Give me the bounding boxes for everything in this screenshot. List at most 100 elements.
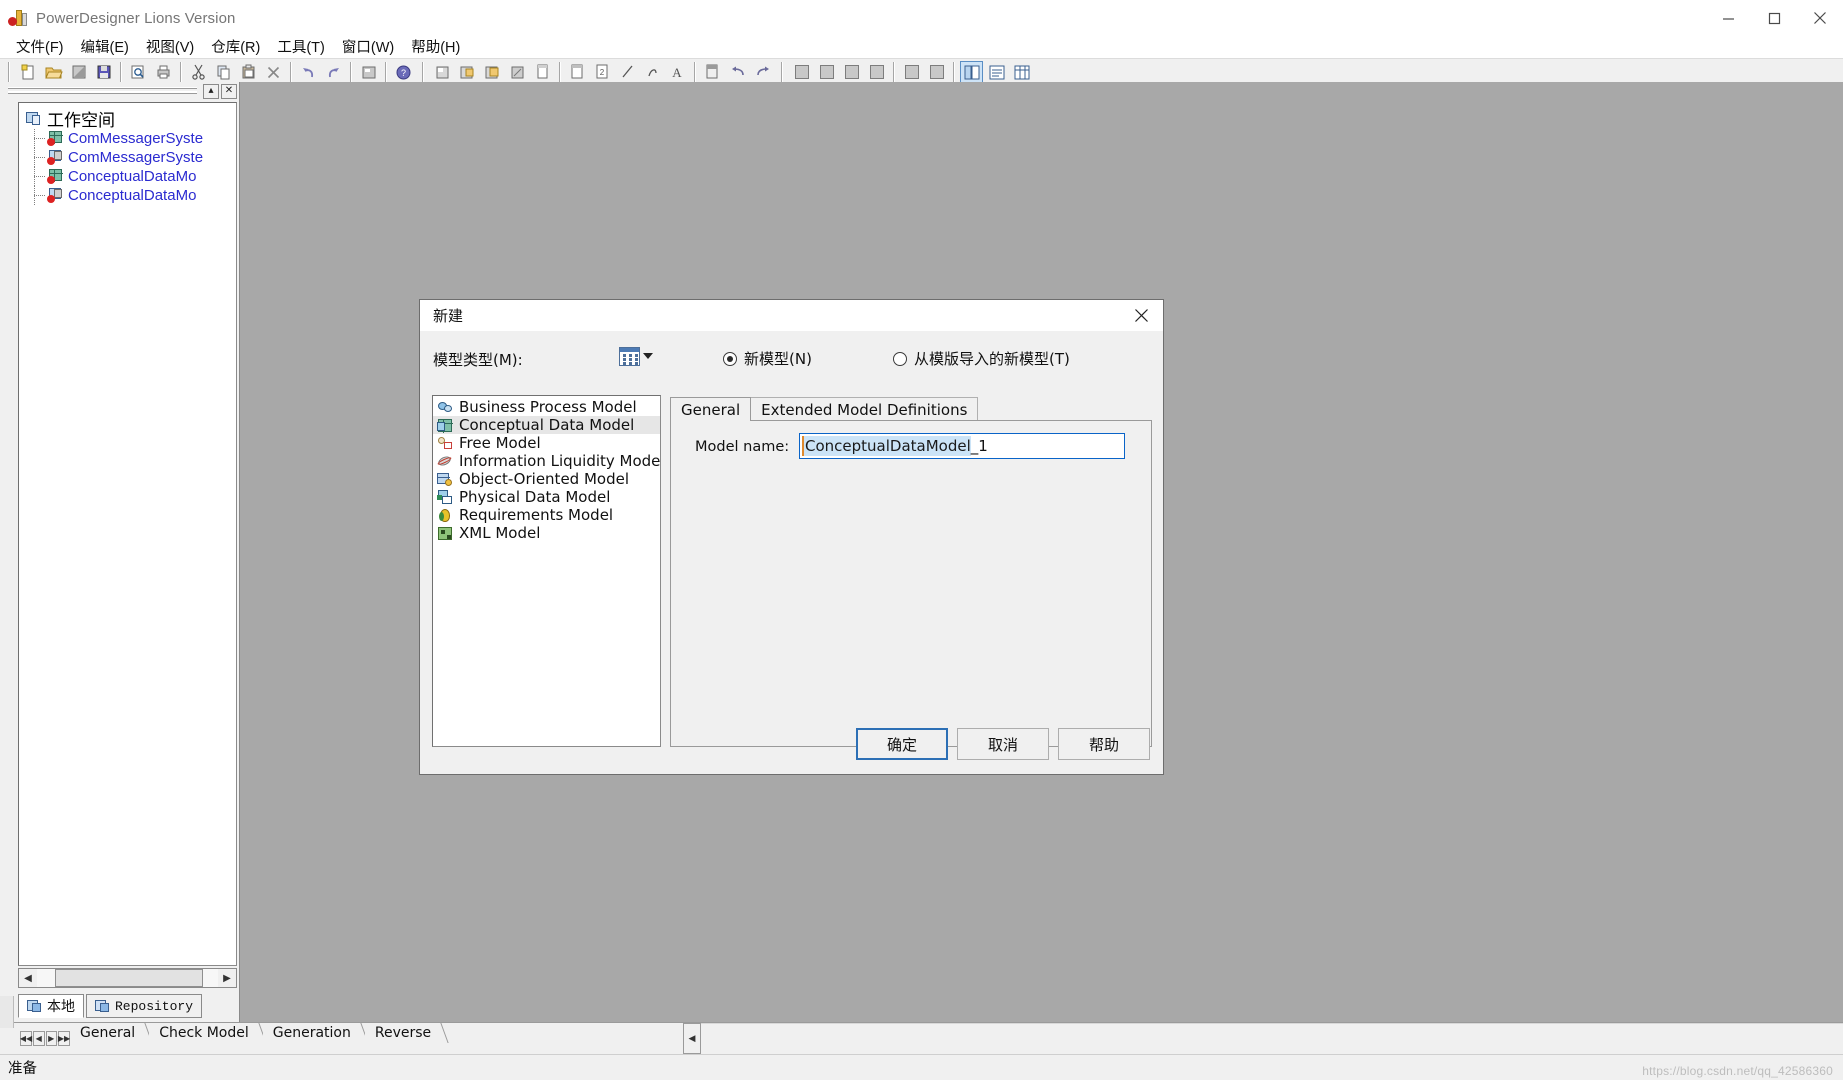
model-type-label: Free Model [459,434,541,452]
tab-nav-last[interactable]: ▶▶ [58,1031,70,1046]
open-icon[interactable] [42,61,65,83]
menu-window[interactable]: 窗口(W) [334,34,403,59]
model-type-list[interactable]: Business Process Model Conceptual Data M… [432,395,661,747]
tab-extended-model-definitions[interactable]: Extended Model Definitions [750,397,979,421]
model-name-input[interactable]: ConceptualDataModel _1 [799,433,1125,459]
model-type-item-physical-data-model[interactable]: Physical Data Model [433,488,660,506]
zoom3-icon[interactable] [840,61,863,83]
model-type-item-information-liquidity-model[interactable]: Information Liquidity Model [433,452,660,470]
help-button[interactable]: 帮助 [1058,728,1150,760]
model-type-item-requirements-model[interactable]: Requirements Model [433,506,660,524]
browser-icon[interactable] [960,61,983,83]
dialog-right-pane: General Extended Model Definitions Model… [670,395,1152,747]
arrow-left-icon[interactable] [726,61,749,83]
cancel-button[interactable]: 取消 [957,728,1049,760]
panel-gripper[interactable] [8,86,197,96]
minimize-icon[interactable] [1705,0,1751,36]
tree-item-3[interactable]: ConceptualDataMo [25,186,236,205]
output-scroll-track[interactable] [701,1023,1843,1054]
menu-view[interactable]: 视图(V) [138,34,203,59]
line-icon[interactable] [616,61,639,83]
properties-icon[interactable] [357,61,380,83]
tab-nav-first[interactable]: ◀◀ [20,1031,32,1046]
redo-icon[interactable] [322,61,345,83]
model-type-label: Conceptual Data Model [459,416,635,434]
zoom4-icon[interactable] [865,61,888,83]
menu-repository[interactable]: 仓库(R) [203,34,269,59]
ok-button[interactable]: 确定 [856,728,948,760]
radio-from-template[interactable]: 从模版导入的新模型(T) [893,348,1070,369]
tree-item-2[interactable]: ConceptualDataMo [25,167,236,186]
radio-new-model-indicator [723,351,737,366]
output-scroll-left-icon[interactable]: ◀ [683,1023,701,1054]
menu-tools[interactable]: 工具(T) [269,34,334,59]
close-icon[interactable] [1797,0,1843,36]
new-diagram-icon[interactable] [431,61,454,83]
zoom1-icon[interactable] [790,61,813,83]
menu-help[interactable]: 帮助(H) [403,34,469,59]
new-icon[interactable] [17,61,40,83]
maximize-icon[interactable] [1751,0,1797,36]
list-view-button[interactable] [619,343,663,369]
cdm-model-icon [47,169,63,184]
note-icon[interactable] [701,61,724,83]
link-icon[interactable] [641,61,664,83]
model-type-item-free-model[interactable]: Free Model [433,434,660,452]
toolbar-separator [180,62,182,82]
save-icon[interactable] [92,61,115,83]
tab-nav-next[interactable]: ▶ [45,1031,57,1046]
object2-icon[interactable]: 2 [591,61,614,83]
tab-local[interactable]: 本地 [18,994,84,1018]
repository-icon [95,999,110,1013]
grid-view-icon[interactable] [1010,61,1033,83]
help-icon[interactable]: ? [392,61,415,83]
zoom2-icon[interactable] [815,61,838,83]
print-icon[interactable] [152,61,175,83]
output-tab-generation[interactable]: Generation [262,1023,365,1043]
scroll-left-icon[interactable]: ◀ [19,969,37,987]
browser-horizontal-scrollbar[interactable]: ◀ ▶ [18,968,237,988]
tab-general[interactable]: General [670,397,752,422]
browser-panel-titlebar: ▴ ✕ [0,82,239,100]
object-icon[interactable] [566,61,589,83]
output-horizontal-scrollbar[interactable]: ◀ [683,1023,1843,1054]
output-tab-check-model[interactable]: Check Model [149,1023,263,1043]
menu-file[interactable]: 文件(F) [8,34,73,59]
cut-icon[interactable] [187,61,210,83]
delete-icon[interactable] [262,61,285,83]
model-type-item-xml-model[interactable]: XML Model [433,524,660,542]
tree-item-0[interactable]: ComMessagerSyste [25,129,236,148]
print-preview-icon[interactable] [127,61,150,83]
tree-root-workspace[interactable]: 工作空间 [25,107,236,131]
menu-edit[interactable]: 编辑(E) [73,34,138,59]
undo-icon[interactable] [297,61,320,83]
output-icon[interactable] [985,61,1008,83]
text-icon[interactable]: A [666,61,689,83]
save-all-icon[interactable] [67,61,90,83]
radio-new-model[interactable]: 新模型(N) [723,348,812,369]
model-type-item-object-oriented-model[interactable]: Object-Oriented Model [433,470,660,488]
scroll-right-icon[interactable]: ▶ [218,969,236,987]
diagram-props-icon[interactable] [506,61,529,83]
close-icon[interactable] [1119,300,1163,331]
output-tab-general[interactable]: General [70,1023,150,1043]
paste-icon[interactable] [237,61,260,83]
output-tab-reverse[interactable]: Reverse [364,1023,446,1043]
open-diagram-icon[interactable] [456,61,479,83]
model-type-item-conceptual-data-model[interactable]: Conceptual Data Model [433,416,660,434]
save-diagram-icon[interactable] [481,61,504,83]
page-icon[interactable] [531,61,554,83]
panel-close-button[interactable]: ✕ [221,83,237,99]
model-type-item-business-process-model[interactable]: Business Process Model [433,398,660,416]
panel-minimize-button[interactable]: ▴ [203,83,219,99]
tab-repository[interactable]: Repository [86,994,203,1018]
scroll-track[interactable] [37,969,218,987]
tab-nav-prev[interactable]: ◀ [33,1031,45,1046]
view2-icon[interactable] [925,61,948,83]
scroll-thumb[interactable] [55,969,203,987]
copy-icon[interactable] [212,61,235,83]
arrow-right-icon[interactable] [751,61,774,83]
dialog-title: 新建 [433,306,464,325]
view1-icon[interactable] [900,61,923,83]
tree-item-1[interactable]: ComMessagerSyste [25,148,236,167]
